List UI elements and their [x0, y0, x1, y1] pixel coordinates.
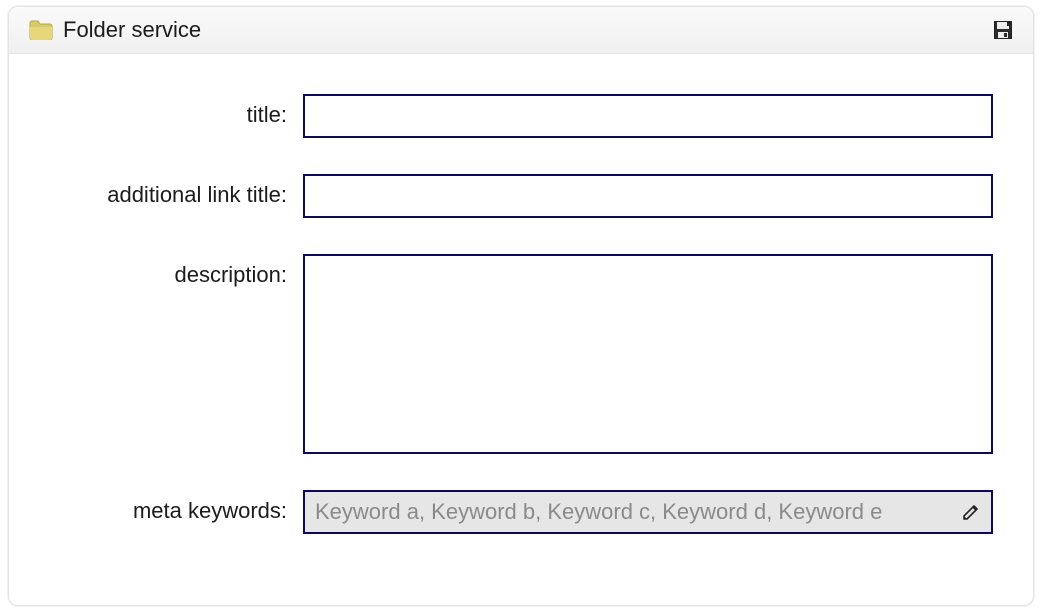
keywords-field-wrap [303, 490, 993, 534]
row-keywords: meta keywords: [49, 490, 993, 534]
label-description: description: [49, 254, 303, 288]
row-linktitle: additional link title: [49, 174, 993, 218]
description-input[interactable] [303, 254, 993, 454]
folder-icon [29, 20, 53, 40]
label-keywords: meta keywords: [49, 490, 303, 524]
panel-header: Folder service [9, 7, 1033, 54]
row-title: title: [49, 94, 993, 138]
folder-service-panel: Folder service title: additional link ti… [8, 6, 1034, 606]
description-field-wrap [303, 254, 993, 454]
linktitle-field-wrap [303, 174, 993, 218]
title-input[interactable] [303, 94, 993, 138]
row-description: description: [49, 254, 993, 454]
keywords-input[interactable] [303, 490, 952, 534]
save-button[interactable] [993, 20, 1013, 40]
label-linktitle: additional link title: [49, 174, 303, 208]
edit-keywords-button[interactable] [952, 490, 993, 534]
panel-body: title: additional link title: descriptio… [9, 54, 1033, 534]
title-field-wrap [303, 94, 993, 138]
label-title: title: [49, 94, 303, 128]
page-title: Folder service [63, 17, 201, 43]
panel-header-left: Folder service [29, 17, 201, 43]
pencil-icon [961, 502, 981, 522]
linktitle-input[interactable] [303, 174, 993, 218]
